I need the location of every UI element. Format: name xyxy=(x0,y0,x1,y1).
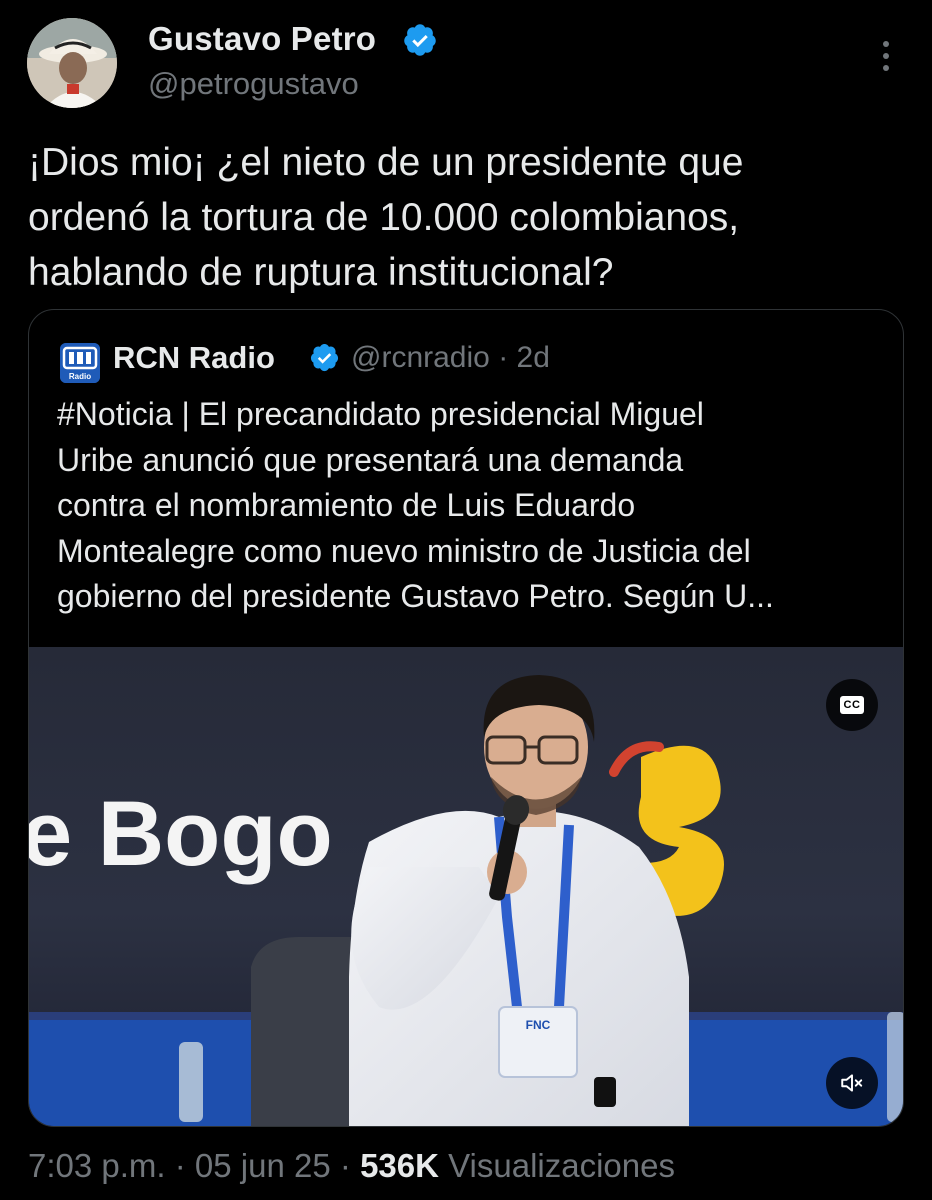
author-display-name[interactable]: Gustavo Petro xyxy=(148,20,376,58)
video-frame: e Bogo FNC xyxy=(29,647,903,1126)
quoted-handle[interactable]: @rcnradio xyxy=(351,341,490,374)
quoted-line: Uribe anunció que presentará una demanda xyxy=(57,441,684,478)
quoted-tweet-card[interactable]: Radio RCN Radio @rcnradio · 2d #Noticia … xyxy=(28,309,904,1127)
verified-badge-icon xyxy=(404,24,436,56)
author-avatar[interactable] xyxy=(27,18,117,108)
quoted-author-avatar[interactable]: Radio xyxy=(60,343,100,383)
views-label: Visualizaciones xyxy=(448,1147,675,1184)
quoted-line: contra el nombramiento de Luis Eduardo xyxy=(57,487,636,523)
author-handle[interactable]: @petrogustavo xyxy=(148,66,359,102)
quoted-line: Montealegre como nuevo ministro de Justi… xyxy=(57,532,751,569)
quoted-line: #Noticia | El precandidato presidencial … xyxy=(57,396,704,432)
more-options-icon[interactable] xyxy=(870,38,902,74)
tweet-meta: 7:03 p.m. · 05 jun 25 · 536K Visualizaci… xyxy=(28,1147,675,1185)
video-player[interactable]: e Bogo FNC CC xyxy=(29,647,903,1126)
rcn-logo-label: Radio xyxy=(69,372,91,381)
verified-badge-icon xyxy=(310,343,339,372)
avatar-photo xyxy=(27,18,117,108)
quoted-separator: · xyxy=(498,341,509,374)
meta-separator: · xyxy=(174,1147,186,1184)
volume-toggle-button[interactable] xyxy=(826,1057,878,1109)
volume-muted-icon xyxy=(841,1074,863,1092)
more-dot xyxy=(883,41,889,47)
rcn-radio-logo-icon: Radio xyxy=(60,343,100,383)
closed-captions-icon: CC xyxy=(839,696,865,714)
tweet-text: ¡Dios mio¡ ¿el nieto de un presidente qu… xyxy=(28,135,908,300)
quoted-display-name[interactable]: RCN Radio xyxy=(113,340,275,376)
more-dot xyxy=(883,53,889,59)
views-count: 536K xyxy=(360,1147,439,1184)
background-text: e Bogo xyxy=(29,783,333,885)
meta-separator: · xyxy=(339,1147,351,1184)
tweet-line: ¡Dios mio¡ ¿el nieto de un presidente qu… xyxy=(28,141,744,184)
more-dot xyxy=(883,65,889,71)
tweet-line: hablando de ruptura institucional? xyxy=(28,251,614,294)
tweet-time[interactable]: 7:03 p.m. xyxy=(28,1147,166,1184)
quoted-line: gobierno del presidente Gustavo Petro. S… xyxy=(57,578,774,614)
tweet-date[interactable]: 05 jun 25 xyxy=(195,1147,331,1184)
tweet-line: ordenó la tortura de 10.000 colombianos, xyxy=(28,196,740,239)
quoted-time[interactable]: 2d xyxy=(517,341,550,374)
quoted-handle-line: @rcnradio · 2d xyxy=(351,341,550,375)
badge-text: FNC xyxy=(526,1018,551,1032)
closed-captions-button[interactable]: CC xyxy=(826,679,878,731)
quoted-text: #Noticia | El precandidato presidencial … xyxy=(57,392,887,620)
